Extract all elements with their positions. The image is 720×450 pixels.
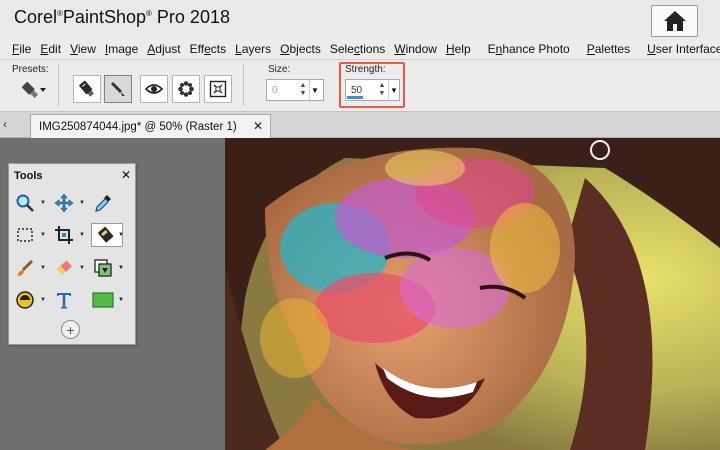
chevron-down-icon[interactable]: ▼ <box>40 297 46 303</box>
menu-item-file[interactable]: File <box>12 42 31 56</box>
smart-carver-button[interactable] <box>73 75 101 103</box>
paint-brush-tool[interactable] <box>13 256 37 280</box>
eraser-tool[interactable] <box>52 256 76 280</box>
dropper-tool[interactable] <box>91 191 115 215</box>
fill-tool[interactable] <box>13 288 37 312</box>
presets-label: Presets: <box>12 64 49 75</box>
close-icon[interactable]: ✕ <box>121 168 131 182</box>
document-tab[interactable]: IMG250874044.jpg* @ 50% (Raster 1) ✕ <box>30 114 271 138</box>
size-value: 0 <box>272 84 278 96</box>
tab-scroll-left-button[interactable]: ‹ <box>3 117 7 131</box>
brush-stroke-icon <box>110 81 125 96</box>
size-spinner[interactable]: 0 ▲ ▼ ▼ <box>266 79 324 101</box>
selection-tool[interactable] <box>13 223 37 247</box>
app-title: Corel®PaintShop® Pro 2018 <box>14 7 230 27</box>
photo-image <box>225 138 720 450</box>
menu-item-help[interactable]: Help <box>446 42 471 56</box>
document-tab-label: IMG250874044.jpg* @ 50% (Raster 1) <box>39 120 237 133</box>
menu-bar: File Edit View Image Adjust Effects Layers Obje… <box>0 38 720 60</box>
selection-icon <box>17 228 33 242</box>
crop-tool[interactable] <box>52 223 76 247</box>
size-dropdown-icon[interactable]: ▼ <box>309 80 320 100</box>
home-icon <box>663 11 686 31</box>
eye-icon <box>144 84 164 94</box>
menu-item-user-interface[interactable]: User Interface <box>647 42 720 56</box>
text-tool[interactable] <box>52 288 76 312</box>
spot-removal-button[interactable] <box>204 75 232 103</box>
chevron-down-icon[interactable]: ▼ <box>40 265 46 271</box>
image-canvas[interactable] <box>225 138 720 450</box>
rectangle-tool[interactable] <box>91 288 115 312</box>
menu-item-image[interactable]: Image <box>105 42 138 56</box>
chevron-down-icon[interactable]: ▼ <box>79 200 85 206</box>
chevron-down-icon[interactable]: ▼ <box>118 232 124 238</box>
dropper-icon <box>95 195 111 212</box>
menu-item-selections[interactable]: Selections <box>330 42 385 56</box>
brush-stroke-button[interactable] <box>104 75 132 103</box>
flower-icon <box>178 81 194 97</box>
paint-brush-icon <box>18 259 34 276</box>
preset-brush-icon <box>21 81 46 99</box>
chevron-down-icon[interactable]: ▼ <box>79 265 85 271</box>
add-icon: + <box>66 321 75 338</box>
presets-button[interactable] <box>20 79 48 101</box>
menu-item-view[interactable]: View <box>70 42 96 56</box>
crop-icon <box>55 226 73 244</box>
separator <box>58 64 59 106</box>
rectangle-icon <box>92 292 114 308</box>
tools-palette-title: Tools <box>14 170 43 182</box>
pan-icon <box>54 193 74 213</box>
chevron-down-icon[interactable]: ▼ <box>79 232 85 238</box>
chevron-down-icon[interactable]: ▼ <box>118 265 124 271</box>
spot-removal-icon <box>209 80 227 98</box>
menu-item-layers[interactable]: Layers <box>235 42 271 56</box>
strength-highlight <box>339 62 405 108</box>
fill-icon <box>16 291 34 309</box>
size-label: Size: <box>268 64 291 75</box>
flower-button[interactable] <box>172 75 200 103</box>
menu-item-edit[interactable]: Edit <box>40 42 61 56</box>
chevron-down-icon[interactable]: ▼ <box>40 232 46 238</box>
text-icon <box>57 293 71 309</box>
zoom-tool[interactable] <box>13 191 37 215</box>
chevron-down-icon[interactable]: ▼ <box>40 200 46 206</box>
clone-icon <box>94 259 112 277</box>
menu-item-adjust[interactable]: Adjust <box>147 42 180 56</box>
menu-item-objects[interactable]: Objects <box>280 42 321 56</box>
pan-tool[interactable] <box>52 191 76 215</box>
home-button[interactable] <box>651 5 698 37</box>
menu-item-enhance-photo[interactable]: Enhance Photo <box>488 42 570 56</box>
eraser-icon <box>56 260 72 275</box>
smart-carver-icon <box>79 80 95 97</box>
menu-item-effects[interactable]: Effects <box>190 42 227 56</box>
chevron-down-icon[interactable]: ▼ <box>118 297 124 303</box>
clone-tool[interactable] <box>91 256 115 280</box>
add-tool-button[interactable]: + <box>61 320 80 339</box>
menu-item-window[interactable]: Window <box>394 42 437 56</box>
eye-button[interactable] <box>140 75 168 103</box>
size-stepper[interactable]: ▲ ▼ <box>297 80 309 100</box>
zoom-icon <box>16 194 34 212</box>
makeover-icon <box>98 226 114 243</box>
title-bar: Corel®PaintShop® Pro 2018 <box>0 0 720 38</box>
close-icon[interactable]: ✕ <box>253 119 263 133</box>
separator <box>243 64 244 106</box>
menu-item-palettes[interactable]: Palettes <box>587 42 630 56</box>
